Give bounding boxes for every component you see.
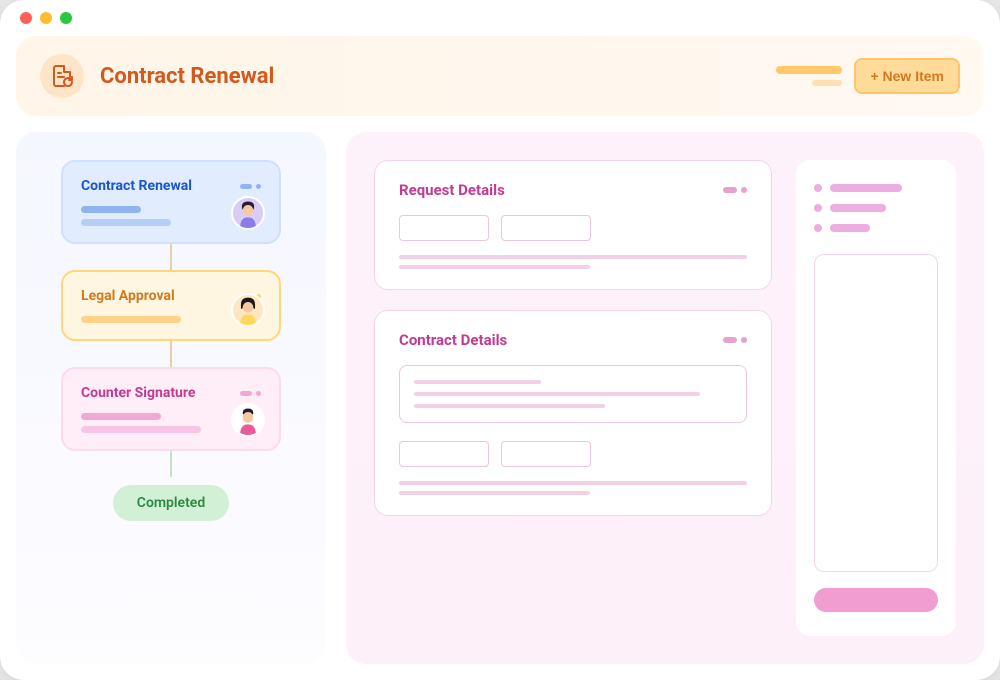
- page-header: Contract Renewal + New Item: [16, 36, 984, 116]
- workflow-card-menu-icon[interactable]: [240, 184, 261, 189]
- contract-details-card: Contract Details: [374, 310, 772, 516]
- card-menu-icon[interactable]: [723, 187, 747, 193]
- bullet-icon: [814, 224, 822, 232]
- header-icon-wrap: [40, 54, 84, 98]
- bullet-icon: [814, 204, 822, 212]
- textarea-field[interactable]: [399, 365, 747, 423]
- workflow-step-title: Counter Signature: [81, 385, 195, 401]
- avatar: [231, 403, 265, 437]
- completed-badge: Completed: [113, 485, 229, 521]
- avatar: [231, 196, 265, 230]
- request-details-card: Request Details: [374, 160, 772, 290]
- header-right: + New Item: [776, 58, 960, 94]
- input-field[interactable]: [501, 441, 591, 467]
- details-panel: Request Details: [346, 132, 984, 664]
- maximize-window-icon[interactable]: [60, 12, 72, 24]
- new-item-button[interactable]: + New Item: [854, 58, 960, 94]
- avatar: [231, 293, 265, 327]
- workflow-step-contract-renewal[interactable]: Contract Renewal: [61, 160, 281, 244]
- sidebar-list-item[interactable]: [814, 184, 902, 192]
- app-window: Contract Renewal + New Item Contract Ren…: [0, 0, 1000, 680]
- workflow-connector: [170, 341, 172, 367]
- details-main: Request Details: [374, 160, 772, 636]
- sidebar-list-item[interactable]: [814, 204, 886, 212]
- detail-fields: [399, 441, 747, 467]
- workflow-connector: [170, 244, 172, 270]
- workflow-step-title: Contract Renewal: [81, 178, 192, 194]
- titlebar: [0, 0, 1000, 36]
- workflow-step-counter-signature[interactable]: Counter Signature: [61, 367, 281, 451]
- card-title: Request Details: [399, 181, 505, 199]
- workflow-panel: Contract Renewal: [16, 132, 326, 664]
- bullet-icon: [814, 184, 822, 192]
- detail-placeholder-lines: [399, 255, 747, 269]
- minimize-window-icon[interactable]: [40, 12, 52, 24]
- detail-placeholder-lines: [399, 481, 747, 495]
- details-sidebar: [796, 160, 956, 636]
- sidebar-preview-box: [814, 254, 938, 572]
- workflow-card-menu-icon[interactable]: [240, 391, 261, 396]
- close-window-icon[interactable]: [20, 12, 32, 24]
- input-field[interactable]: [399, 215, 489, 241]
- detail-fields: [399, 215, 747, 241]
- sidebar-list-item[interactable]: [814, 224, 870, 232]
- input-field[interactable]: [501, 215, 591, 241]
- card-title: Contract Details: [399, 331, 507, 349]
- document-refresh-icon: [50, 64, 74, 88]
- page-title: Contract Renewal: [100, 64, 760, 89]
- header-placeholder-lines: [776, 66, 842, 86]
- workflow-step-title: Legal Approval: [81, 288, 175, 304]
- input-field[interactable]: [399, 441, 489, 467]
- content-area: Contract Renewal: [0, 116, 1000, 680]
- card-menu-icon[interactable]: [723, 337, 747, 343]
- workflow-step-legal-approval[interactable]: Legal Approval: [61, 270, 281, 341]
- workflow-connector: [170, 451, 172, 477]
- sidebar-action-button[interactable]: [814, 588, 938, 612]
